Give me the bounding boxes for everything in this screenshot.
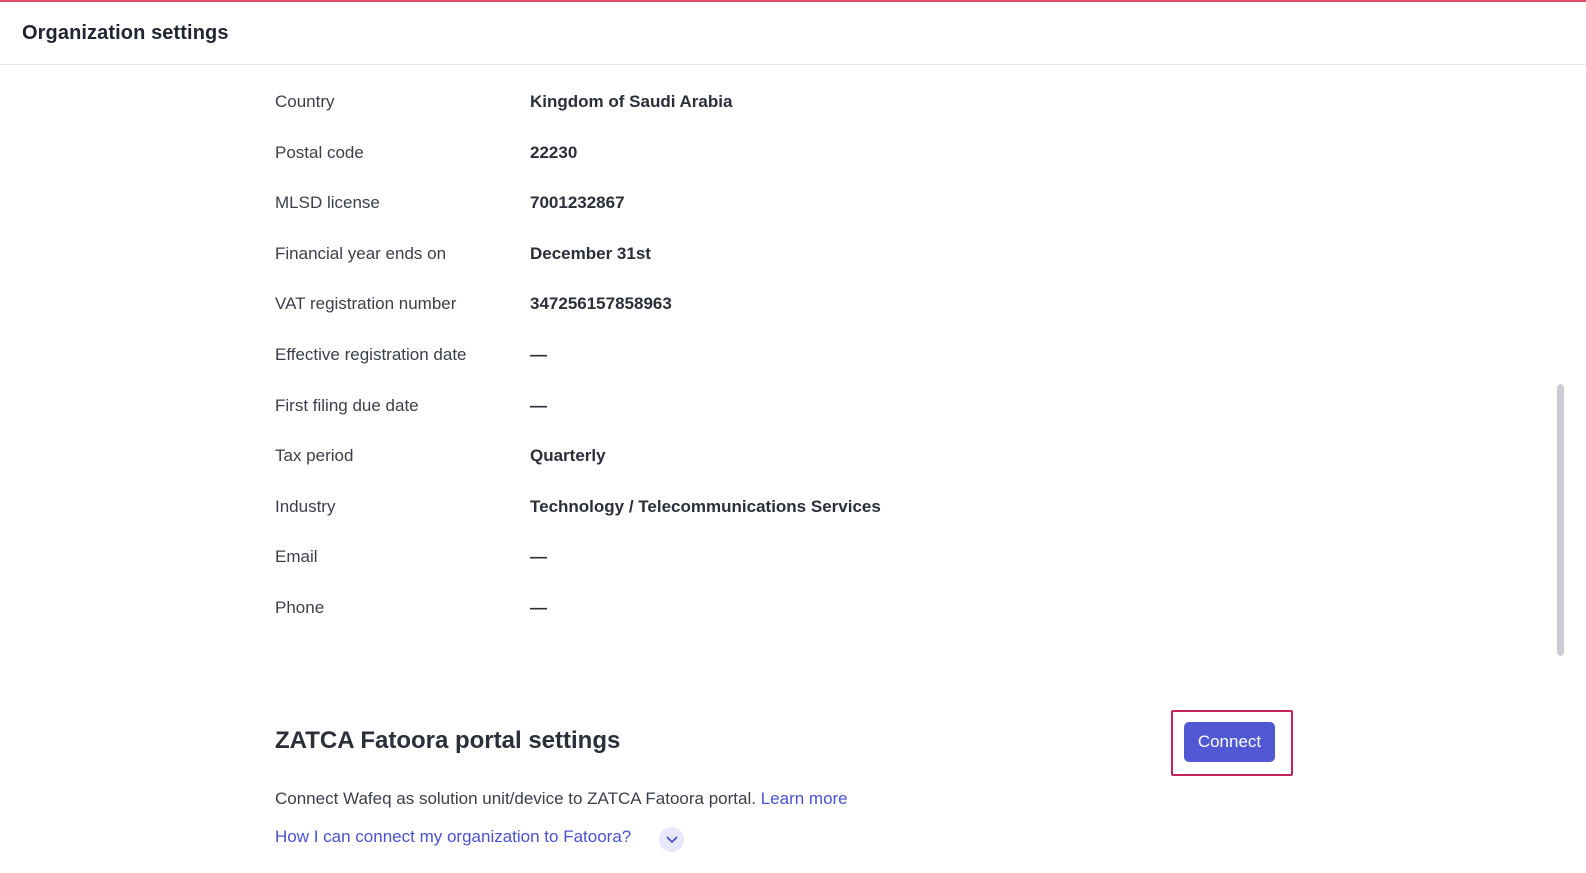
detail-label: Phone bbox=[275, 597, 325, 617]
learn-more-link[interactable]: Learn more bbox=[761, 789, 848, 808]
detail-value: Technology / Telecommunications Services bbox=[530, 496, 881, 516]
zatca-section-title: ZATCA Fatoora portal settings bbox=[275, 727, 621, 754]
detail-value: Quarterly bbox=[530, 446, 606, 466]
detail-row-mlsd-license: MLSD license 7001232867 bbox=[275, 181, 1175, 232]
page-title: Organization settings bbox=[22, 22, 229, 44]
detail-label: MLSD license bbox=[275, 193, 380, 213]
organization-details: Country Kingdom of Saudi Arabia Postal c… bbox=[275, 80, 1175, 637]
detail-label: Effective registration date bbox=[275, 344, 467, 364]
detail-row-industry: Industry Technology / Telecommunications… bbox=[275, 485, 1175, 536]
detail-row-email: Email — bbox=[275, 535, 1175, 586]
how-to-connect-link[interactable]: How I can connect my organization to Fat… bbox=[275, 827, 631, 847]
detail-row-vat-number: VAT registration number 347256157858963 bbox=[275, 282, 1175, 333]
chevron-down-icon[interactable] bbox=[659, 827, 684, 852]
zatca-description: Connect Wafeq as solution unit/device to… bbox=[275, 789, 848, 809]
detail-value: — bbox=[530, 547, 547, 567]
detail-value: 7001232867 bbox=[530, 193, 625, 213]
detail-row-tax-period: Tax period Quarterly bbox=[275, 434, 1175, 485]
detail-label: Tax period bbox=[275, 446, 354, 466]
detail-value: 347256157858963 bbox=[530, 294, 672, 314]
detail-row-first-filing-due-date: First filing due date — bbox=[275, 384, 1175, 435]
detail-row-effective-registration-date: Effective registration date — bbox=[275, 333, 1175, 384]
detail-label: Country bbox=[275, 92, 335, 111]
detail-label: First filing due date bbox=[275, 395, 419, 415]
detail-value: 22230 bbox=[530, 142, 578, 162]
detail-label: Email bbox=[275, 547, 318, 567]
detail-row-postal-code: Postal code 22230 bbox=[275, 131, 1175, 182]
detail-label: Industry bbox=[275, 496, 336, 516]
detail-row-phone: Phone — bbox=[275, 586, 1175, 637]
vertical-scrollbar-thumb[interactable] bbox=[1557, 384, 1564, 656]
page-header: Organization settings bbox=[0, 2, 1586, 65]
detail-row-country: Country Kingdom of Saudi Arabia bbox=[275, 80, 1175, 131]
detail-row-financial-year-end: Financial year ends on December 31st bbox=[275, 232, 1175, 283]
detail-label: VAT registration number bbox=[275, 294, 457, 314]
detail-value: December 31st bbox=[530, 243, 651, 263]
detail-label: Financial year ends on bbox=[275, 243, 447, 263]
detail-label: Postal code bbox=[275, 142, 364, 162]
connect-button[interactable]: Connect bbox=[1184, 722, 1275, 762]
detail-value: — bbox=[530, 597, 547, 617]
detail-value: Kingdom of Saudi Arabia bbox=[530, 92, 733, 111]
detail-value: — bbox=[530, 344, 547, 364]
zatca-description-text: Connect Wafeq as solution unit/device to… bbox=[275, 789, 756, 808]
detail-value: — bbox=[530, 395, 547, 415]
